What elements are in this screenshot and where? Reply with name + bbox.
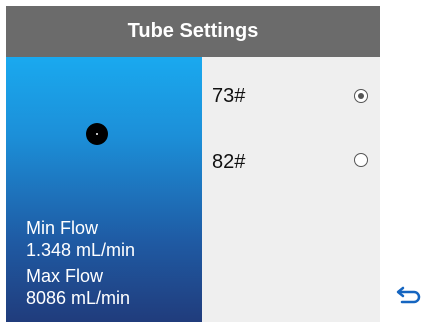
max-flow-label: Max Flow [26, 266, 104, 286]
option-label: 82# [212, 151, 246, 173]
tube-dot-icon [86, 123, 108, 145]
flow-info: Min Flow 1.348 mL/min Max Flow 8086 mL/m… [26, 217, 135, 309]
option-82[interactable]: 82# [202, 143, 380, 183]
option-73[interactable]: 73# [202, 77, 380, 117]
radio-selected-icon[interactable] [354, 89, 368, 103]
back-arrow-icon[interactable] [396, 284, 422, 306]
min-flow-value: 1.348 mL/min [26, 240, 136, 260]
page-title: Tube Settings [6, 6, 380, 57]
tube-settings-screen: Tube Settings Min Flow 1.348 mL/min Max … [6, 6, 380, 322]
option-label: 73# [212, 85, 246, 107]
radio-unselected-icon[interactable] [354, 153, 368, 167]
tube-preview-panel: Min Flow 1.348 mL/min Max Flow 8086 mL/m… [6, 57, 202, 322]
min-flow-label: Min Flow [26, 218, 99, 238]
max-flow-value: 8086 mL/min [26, 288, 131, 308]
tube-options-list: 73# 82# [202, 57, 380, 322]
